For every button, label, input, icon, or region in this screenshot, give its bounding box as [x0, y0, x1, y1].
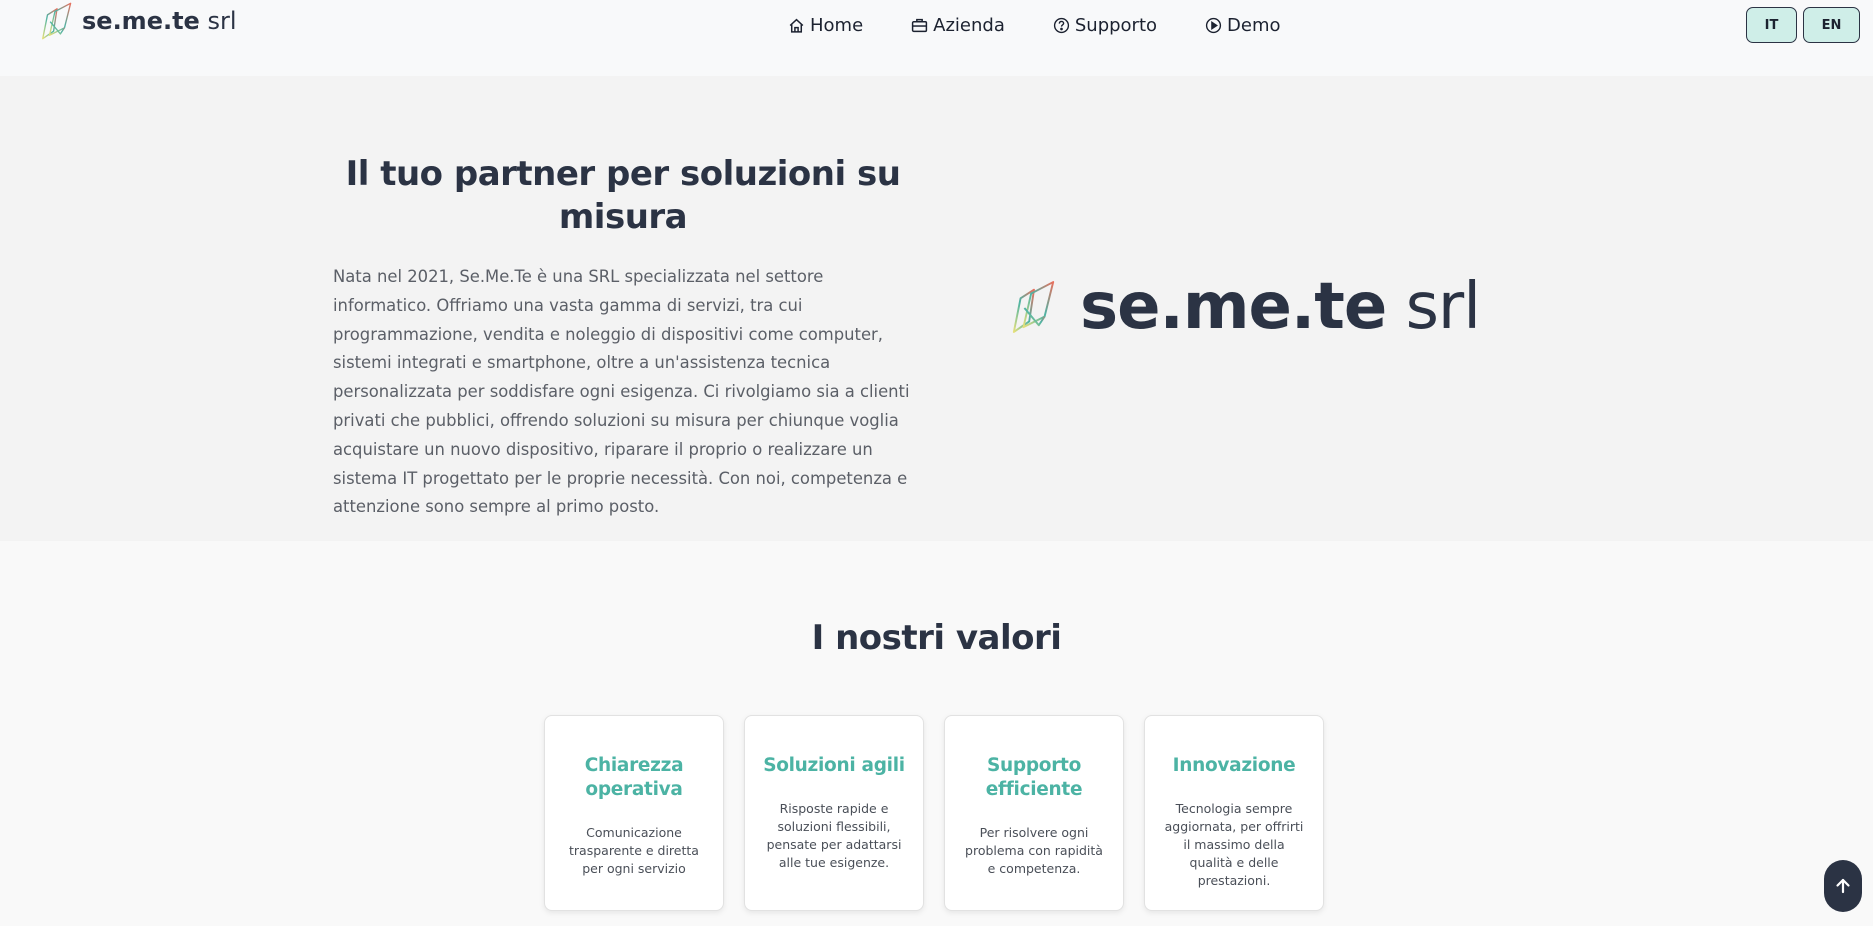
- hero-logo: se.me.te srl: [1010, 249, 1481, 365]
- header: se.me.te srl Home Azienda Supporto Demo …: [0, 0, 1873, 76]
- value-card-innovazione: Innovazione Tecnologia sempre aggiornata…: [1144, 715, 1324, 911]
- nav-demo-label: Demo: [1227, 14, 1281, 36]
- value-card-text: Risposte rapide e soluzioni flessibili, …: [766, 801, 902, 870]
- value-card-title: Supporto efficiente: [985, 755, 1083, 800]
- play-circle-icon: [1205, 17, 1222, 33]
- value-card-title: Soluzioni agili: [763, 755, 905, 776]
- main-nav: Home Azienda Supporto Demo: [788, 12, 1281, 38]
- value-card-text: Tecnologia sempre aggiornata, per offrir…: [1164, 801, 1304, 888]
- nav-azienda-label: Azienda: [933, 14, 1005, 36]
- value-card-soluzioni: Soluzioni agili Risposte rapide e soluzi…: [744, 715, 924, 911]
- briefcase-icon: [912, 18, 928, 32]
- nav-supporto[interactable]: Supporto: [1053, 15, 1157, 36]
- arrow-up-icon: [1836, 878, 1850, 894]
- value-card-chiarezza: Chiarezza operativa Comunicazione traspa…: [544, 715, 724, 911]
- nav-demo[interactable]: Demo: [1205, 14, 1281, 36]
- value-card-text: Comunicazione trasparente e diretta per …: [569, 825, 699, 876]
- lang-en-button[interactable]: EN: [1803, 7, 1860, 43]
- hero-section: Il tuo partner per soluzioni su misura N…: [0, 76, 1873, 541]
- lang-it-button[interactable]: IT: [1746, 7, 1797, 43]
- hero-logo-text: se.me.te srl: [1080, 270, 1481, 344]
- question-circle-icon: [1053, 17, 1069, 33]
- logo-mark-icon: [42, 2, 72, 40]
- value-card-title: Innovazione: [1172, 755, 1296, 776]
- brand-name: se.me.te srl: [82, 7, 237, 35]
- nav-supporto-label: Supporto: [1074, 14, 1158, 36]
- house-icon: [789, 18, 804, 33]
- hero-description: Nata nel 2021, Se.Me.Te è una SRL specia…: [333, 267, 910, 517]
- nav-home[interactable]: Home: [788, 15, 863, 36]
- value-card-text: Per risolvere ogni problema con rapidità…: [965, 825, 1103, 876]
- hero-title: Il tuo partner per soluzioni su misura: [345, 154, 901, 237]
- values-title: I nostri valori: [811, 618, 1062, 658]
- brand-logo[interactable]: se.me.te srl: [40, 0, 237, 42]
- scroll-top-button[interactable]: [1824, 860, 1862, 912]
- logo-mark-icon: [1012, 281, 1055, 333]
- value-card-supporto: Supporto efficiente Per risolvere ogni p…: [944, 715, 1124, 911]
- value-card-title: Chiarezza operativa: [584, 755, 684, 800]
- nav-azienda[interactable]: Azienda: [911, 15, 1005, 36]
- nav-home-label: Home: [810, 14, 864, 36]
